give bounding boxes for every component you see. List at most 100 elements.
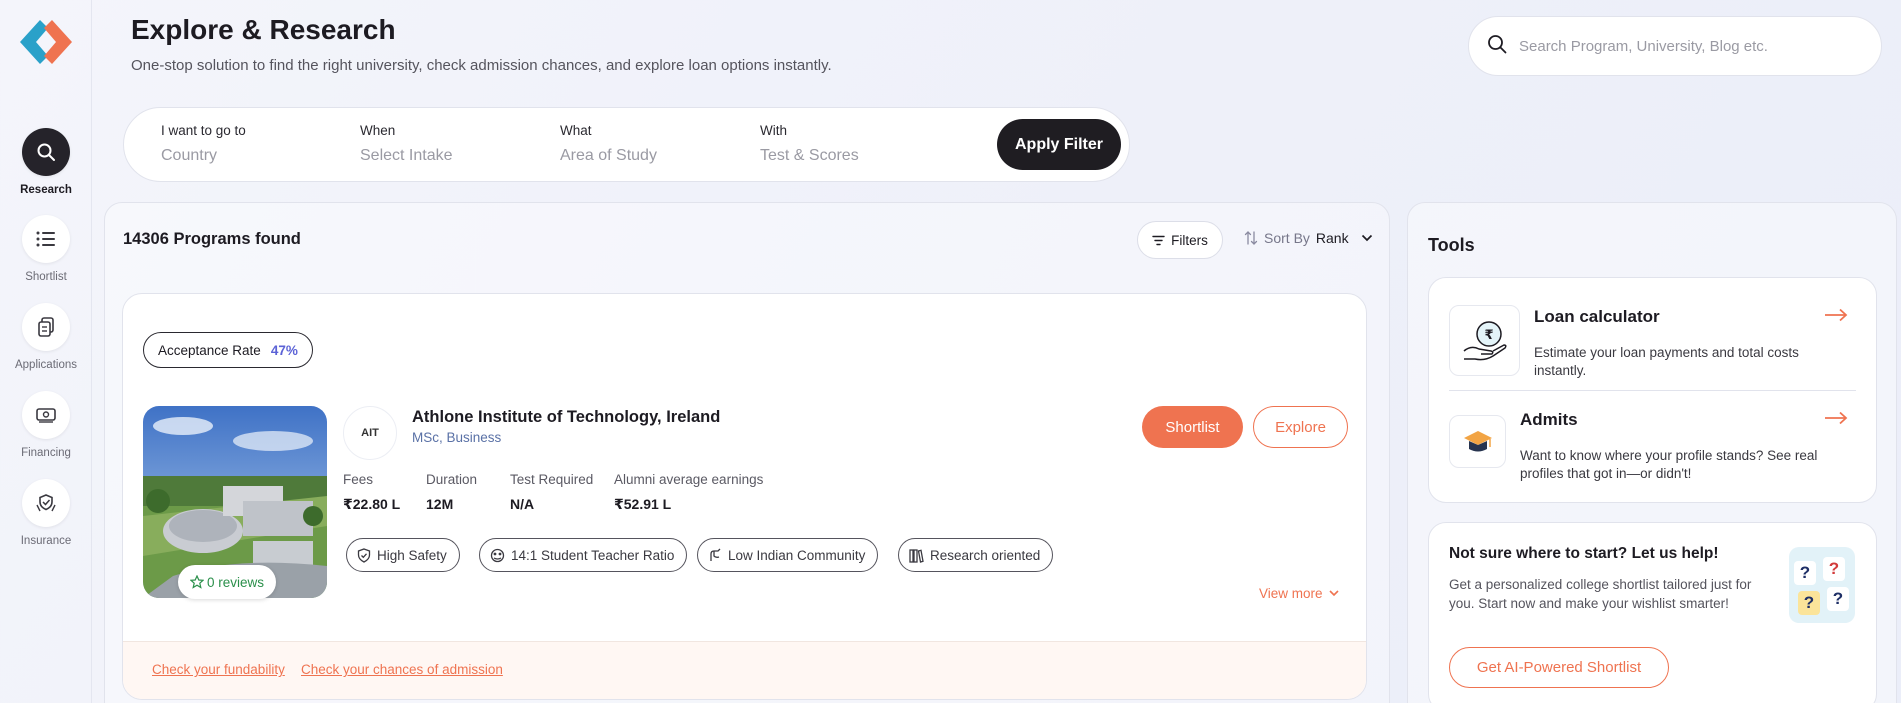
apply-filter-button[interactable]: Apply Filter: [997, 119, 1121, 170]
sidebar-item-financing[interactable]: Financing: [0, 391, 92, 459]
filter-lines-icon: [1152, 235, 1165, 246]
stat-alumni-earnings: Alumni average earnings ₹52.91 L: [614, 472, 763, 513]
results-count: 14306 Programs found: [123, 230, 301, 248]
shield-hand-icon: [22, 479, 70, 527]
stat-label: Alumni average earnings: [614, 472, 764, 487]
tag-student-teacher-ratio: 14:1 Student Teacher Ratio: [479, 538, 688, 572]
acceptance-rate-badge: Acceptance Rate 47%: [143, 332, 313, 368]
acceptance-rate-label: Acceptance Rate: [158, 342, 261, 358]
stat-label: Duration: [426, 472, 478, 487]
filters-label: Filters: [1171, 232, 1208, 248]
view-more-link[interactable]: View more: [1259, 586, 1339, 601]
tag-research-oriented: Research oriented: [898, 538, 1054, 572]
tag-label: High Safety: [377, 547, 447, 563]
help-title: Not sure where to start? Let us help!: [1449, 545, 1719, 562]
divider: [1449, 390, 1856, 391]
page-subtitle: One-stop solution to find the right univ…: [131, 57, 832, 74]
search-input[interactable]: [1519, 37, 1849, 55]
filter-value[interactable]: Test & Scores: [760, 147, 859, 165]
filter-country[interactable]: I want to go to Country: [161, 123, 246, 165]
tools-title: Tools: [1428, 235, 1475, 255]
reviews-badge[interactable]: 0 reviews: [178, 565, 277, 599]
ratio-icon: [490, 548, 505, 562]
chevron-down-icon: [1361, 234, 1373, 242]
tag-label: Low Indian Community: [728, 547, 866, 563]
arrow-right-icon[interactable]: [1824, 308, 1848, 327]
tag-low-indian-community: Low Indian Community: [697, 538, 879, 572]
ai-shortlist-button[interactable]: Get AI-Powered Shortlist: [1449, 647, 1669, 688]
stat-test-required: Test Required N/A: [510, 472, 593, 512]
sort-label: Sort By: [1264, 230, 1310, 246]
sidebar-item-label: Financing: [21, 447, 71, 459]
shortlist-button[interactable]: Shortlist: [1142, 406, 1243, 448]
arrow-right-icon[interactable]: [1824, 411, 1848, 430]
filter-value[interactable]: Country: [161, 147, 246, 165]
stat-duration: Duration 12M: [426, 472, 477, 512]
admits-title[interactable]: Admits: [1520, 410, 1578, 430]
sort-value: Rank: [1315, 230, 1349, 246]
program-card: Acceptance Rate 47% 0 reviews AIT Athlon…: [122, 293, 1367, 700]
filter-intake[interactable]: When Select Intake: [360, 123, 453, 165]
tag-label: Research oriented: [930, 547, 1041, 563]
page-title: Explore & Research: [131, 14, 396, 45]
filter-label: I want to go to: [161, 123, 246, 138]
sidebar-item-label: Shortlist: [25, 271, 67, 283]
sidebar-item-label: Insurance: [20, 535, 72, 547]
svg-text:₹: ₹: [1484, 328, 1493, 343]
filter-test-scores[interactable]: With Test & Scores: [760, 123, 859, 165]
help-card: Not sure where to start? Let us help! Ge…: [1428, 522, 1877, 703]
help-desc: Get a personalized college shortlist tai…: [1449, 577, 1752, 611]
filter-value[interactable]: Select Intake: [360, 147, 453, 165]
loan-calculator-desc: Estimate your loan payments and total co…: [1534, 345, 1799, 378]
stat-value: N/A: [510, 496, 535, 512]
filter-label: When: [360, 123, 396, 138]
community-icon: [710, 548, 721, 561]
search-bar[interactable]: [1468, 16, 1882, 76]
shield-check-icon: [357, 547, 371, 563]
loan-hand-icon: ₹: [1449, 305, 1520, 376]
card-footer: Check your fundability Check your chance…: [123, 641, 1366, 699]
university-name[interactable]: Athlone Institute of Technology, Ireland: [412, 408, 720, 427]
question-marks-icon: ? ? ? ?: [1789, 547, 1855, 623]
course-name: MSc, Business: [412, 430, 502, 445]
reviews-count: 0 reviews: [207, 574, 265, 590]
tag-label: 14:1 Student Teacher Ratio: [511, 547, 675, 563]
stat-label: Test Required: [510, 472, 594, 487]
sidebar-item-research[interactable]: Research: [0, 128, 92, 196]
filter-value[interactable]: Area of Study: [560, 147, 657, 165]
chevron-down-icon: [1328, 590, 1339, 597]
sidebar: Research Shortlist Applications Financin…: [0, 0, 92, 703]
graduation-cap-icon: [1449, 415, 1506, 468]
list-icon: [22, 215, 70, 263]
sidebar-item-shortlist[interactable]: Shortlist: [0, 215, 92, 283]
check-admission-chances-link[interactable]: Check your chances of admission: [301, 662, 503, 677]
filter-label: What: [560, 123, 592, 138]
sidebar-item-insurance[interactable]: Insurance: [0, 479, 92, 547]
brand-logo-icon[interactable]: [18, 18, 74, 66]
tag-high-safety: High Safety: [346, 538, 460, 572]
documents-icon: [22, 303, 70, 351]
explore-button[interactable]: Explore: [1253, 406, 1348, 448]
admits-desc: Want to know where your profile stands? …: [1520, 448, 1818, 481]
money-icon: [22, 391, 70, 439]
filter-label: With: [760, 123, 787, 138]
search-icon: [22, 128, 70, 176]
sidebar-item-label: Applications: [14, 359, 77, 371]
sort-arrows-icon: [1244, 230, 1258, 246]
acceptance-rate-value: 47%: [270, 342, 298, 358]
check-fundability-link[interactable]: Check your fundability: [152, 662, 285, 677]
stat-value: ₹52.91 L: [614, 496, 672, 512]
sidebar-item-applications[interactable]: Applications: [0, 303, 92, 371]
tools-card: ₹ Loan calculator Estimate your loan pay…: [1428, 277, 1877, 503]
books-icon: [909, 548, 924, 563]
sort-dropdown[interactable]: Sort By Rank: [1244, 230, 1373, 246]
university-logo-text: AIT: [361, 427, 379, 439]
loan-calculator-title[interactable]: Loan calculator: [1534, 307, 1660, 327]
filter-area-of-study[interactable]: What Area of Study: [560, 123, 657, 165]
filter-bar: I want to go to Country When Select Inta…: [123, 107, 1130, 182]
filters-button[interactable]: Filters: [1137, 221, 1223, 259]
stat-value: 12M: [426, 496, 454, 512]
sidebar-item-label: Research: [20, 184, 72, 196]
search-icon: [1487, 34, 1507, 59]
stat-label: Fees: [343, 472, 374, 487]
